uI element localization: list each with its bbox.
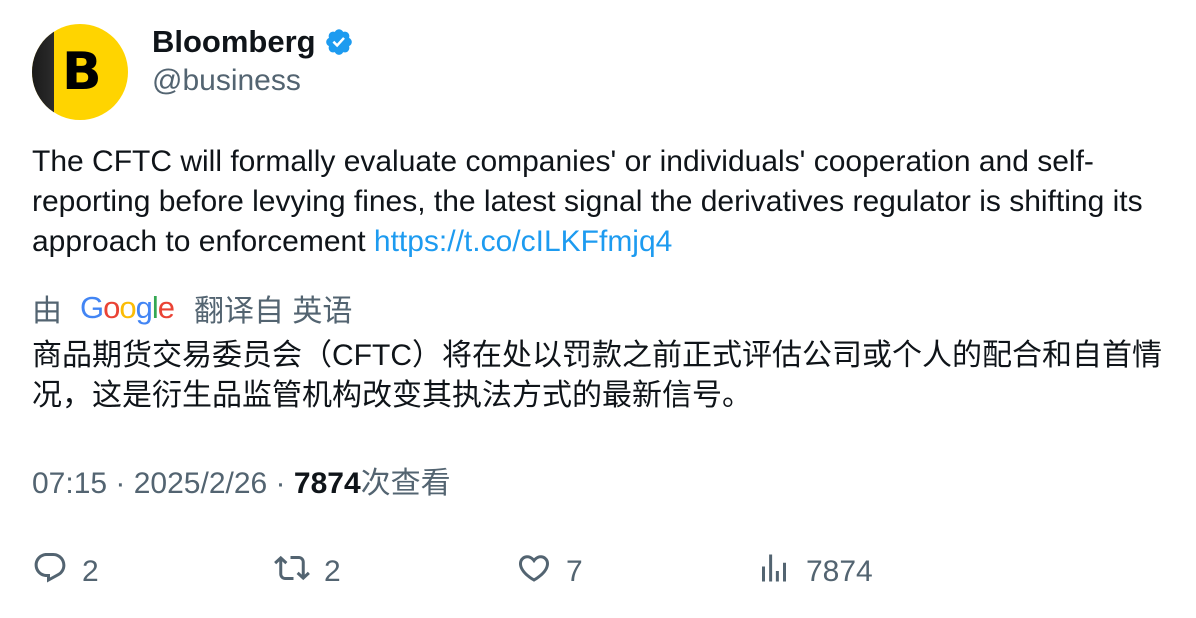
tweet-link[interactable]: https://t.co/cILKFfmjq4 [374, 225, 672, 258]
author-name-row: Bloomberg [152, 24, 354, 60]
reply-icon [32, 550, 68, 594]
views-button[interactable]: 7874 [756, 552, 873, 592]
reply-button[interactable]: 2 [32, 552, 99, 592]
translated-text: 商品期货交易委员会（CFTC）将在处以罚款之前正式评估公司或个人的配合和自首情况… [32, 339, 1162, 412]
avatar[interactable]: B [32, 24, 128, 120]
like-count: 7 [566, 555, 583, 588]
views-chart-icon [756, 550, 792, 594]
verified-badge-icon [324, 27, 354, 57]
tweet-time[interactable]: 07:15 [32, 467, 107, 500]
views-action-count: 7874 [806, 555, 873, 588]
action-bar: 2 2 7 7874 [0, 552, 1196, 596]
avatar-letter: B [62, 42, 102, 102]
meta-separator: · [107, 467, 134, 500]
reply-count: 2 [82, 555, 99, 588]
translation-prefix: 由 [32, 295, 62, 328]
translation-suffix: 翻译自 英语 [194, 295, 353, 328]
author-handle[interactable]: @business [152, 64, 301, 98]
retweet-icon [274, 550, 310, 594]
author-name[interactable]: Bloomberg [152, 24, 316, 60]
retweet-count: 2 [324, 555, 341, 588]
like-button[interactable]: 7 [516, 552, 583, 592]
tweet-date[interactable]: 2025/2/26 [134, 467, 267, 500]
meta-separator-2: · [267, 467, 294, 500]
views-count: 7874 [293, 467, 361, 500]
tweet-text: The CFTC will formally evaluate companie… [32, 142, 1172, 262]
translation-attribution[interactable]: 由 Google 翻译自 英语 [32, 288, 352, 328]
retweet-button[interactable]: 2 [274, 552, 341, 592]
heart-icon [516, 550, 552, 594]
google-logo: Google [80, 290, 175, 325]
avatar-shade [32, 24, 54, 120]
views-label: 次查看 [360, 467, 451, 500]
tweet-meta: 07:15 · 2025/2/26 · 7874次查看 [32, 464, 451, 504]
